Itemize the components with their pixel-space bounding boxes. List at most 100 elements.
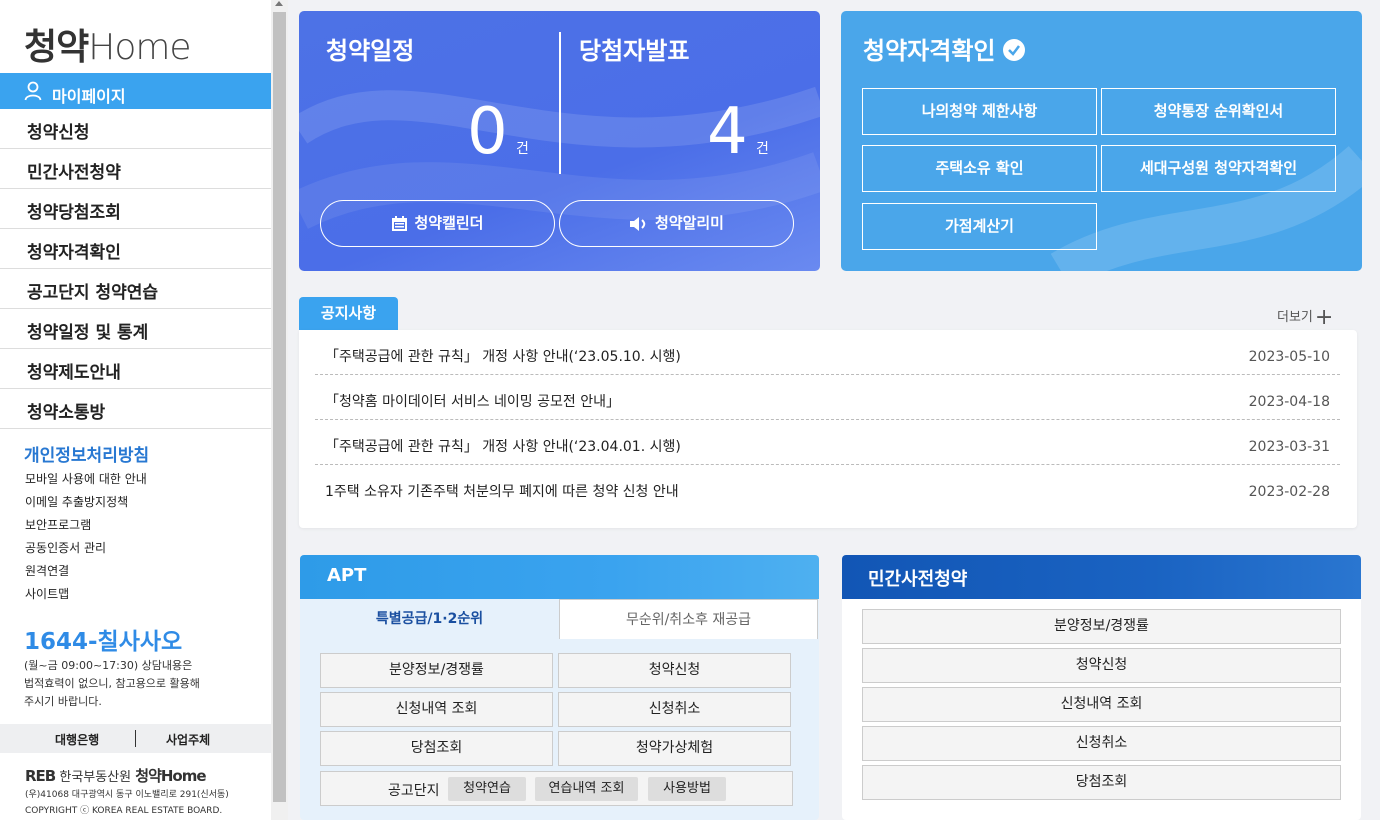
- site-logo[interactable]: 청약Home: [24, 18, 192, 70]
- score-calculator-button[interactable]: 가점계산기: [862, 203, 1097, 250]
- logo-korean: 청약: [24, 27, 89, 68]
- practice-button[interactable]: 청약연습: [448, 777, 526, 801]
- notice-list: 「주택공급에 관한 규칙」 개정 사항 안내(‘23.05.10. 시행) 202…: [299, 330, 1357, 528]
- link-business[interactable]: 사업주체: [166, 731, 210, 748]
- qualification-card: 청약자격확인 나의청약 제한사항 청약통장 순위확인서 주택소유 확인 세대구성…: [841, 11, 1362, 271]
- mypage-button[interactable]: 마이페이지: [0, 73, 271, 109]
- nav-item-system-guide[interactable]: 청약제도안내: [0, 349, 271, 389]
- notice-date: 2023-04-18: [1248, 394, 1330, 410]
- reb-logo: REB: [25, 767, 56, 785]
- private-cancel-button[interactable]: 신청취소: [862, 726, 1341, 761]
- notice-date: 2023-03-31: [1248, 439, 1330, 455]
- calendar-button[interactable]: 청약캘린더: [320, 200, 555, 247]
- privacy-policy-link[interactable]: 개인정보처리방침: [24, 441, 149, 466]
- more-link[interactable]: 더보기+: [1277, 302, 1334, 330]
- notice-title: 「주택공급에 관한 규칙」 개정 사항 안내(‘23.05.10. 시행): [325, 349, 681, 365]
- plus-icon: +: [1314, 305, 1334, 330]
- speaker-icon: [629, 216, 646, 231]
- private-history-button[interactable]: 신청내역 조회: [862, 687, 1341, 722]
- scrollbar-thumb[interactable]: [273, 12, 286, 802]
- notice-date: 2023-05-10: [1248, 349, 1330, 365]
- list-item[interactable]: 「청약홈 마이데이터 서비스 네이밍 공모전 안내」 2023-04-18: [315, 375, 1340, 420]
- list-item[interactable]: 1주택 소유자 기존주택 처분의무 폐지에 따른 청약 신청 안내 2023-02…: [315, 465, 1340, 510]
- tab-unranked-resupply[interactable]: 무순위/취소후 재공급: [559, 599, 818, 639]
- link-sitemap[interactable]: 사이트맵: [25, 585, 147, 608]
- nav-item-community[interactable]: 청약소통방: [0, 389, 271, 429]
- main-nav: 청약신청 민간사전청약 청약당첨조회 청약자격확인 공고단지 청약연습 청약일정…: [0, 109, 271, 429]
- winner-title: 당첨자발표: [579, 37, 690, 65]
- alarm-label: 청약알리미: [654, 214, 724, 232]
- nav-item-winner-lookup[interactable]: 청약당첨조회: [0, 189, 271, 229]
- calendar-icon: [392, 215, 408, 231]
- apt-apply-button[interactable]: 청약신청: [558, 653, 791, 688]
- schedule-title: 청약일정: [326, 37, 415, 65]
- nav-item-practice[interactable]: 공고단지 청약연습: [0, 269, 271, 309]
- brand-name: 청약Home: [135, 767, 206, 785]
- apt-cancel-button[interactable]: 신청취소: [558, 692, 791, 727]
- user-icon: [24, 81, 42, 101]
- link-certificate[interactable]: 공동인증서 관리: [25, 539, 147, 562]
- nav-item-apply[interactable]: 청약신청: [0, 109, 271, 149]
- list-item[interactable]: 「주택공급에 관한 규칙」 개정 사항 안내(‘23.04.01. 시행) 202…: [315, 420, 1340, 465]
- copyright: COPYRIGHT ⓒ KOREA REAL ESTATE BOARD.: [25, 806, 223, 816]
- partner-links: 대행은행 사업주체: [0, 724, 271, 753]
- scroll-up-arrow-icon[interactable]: [275, 1, 283, 6]
- my-restrictions-button[interactable]: 나의청약 제한사항: [862, 88, 1097, 135]
- apt-tabs: 특별공급/1·2순위 무순위/취소후 재공급: [300, 599, 819, 639]
- divider: [559, 32, 561, 174]
- link-remote[interactable]: 원격연결: [25, 562, 147, 585]
- apt-title: APT: [300, 555, 819, 599]
- phone-number: 1644-칠사사오: [24, 629, 183, 655]
- nav-item-qualification[interactable]: 청약자격확인: [0, 229, 271, 269]
- footer-logo: REB 한국부동산원 청약Home: [25, 765, 207, 786]
- apt-sale-info-button[interactable]: 분양정보/경쟁률: [320, 653, 553, 688]
- apt-history-button[interactable]: 신청내역 조회: [320, 692, 553, 727]
- apt-simulation-button[interactable]: 청약가상체험: [558, 731, 791, 766]
- household-qualification-button[interactable]: 세대구성원 청약자격확인: [1101, 145, 1336, 192]
- how-to-use-button[interactable]: 사용방법: [648, 777, 726, 801]
- link-agent-bank[interactable]: 대행은행: [55, 731, 99, 748]
- more-label: 더보기: [1277, 310, 1313, 325]
- schedule-count[interactable]: 0: [467, 95, 508, 169]
- schedule-unit: 건: [516, 141, 529, 157]
- calendar-label: 청약캘린더: [414, 214, 484, 232]
- link-security-program[interactable]: 보안프로그램: [25, 516, 147, 539]
- hours-line: 법적효력이 없으니, 참고용으로 활용해: [24, 677, 200, 690]
- list-item[interactable]: 「주택공급에 관한 규칙」 개정 사항 안내(‘23.05.10. 시행) 202…: [315, 330, 1340, 375]
- org-name: 한국부동산원: [59, 770, 132, 785]
- private-title: 민간사전청약: [842, 555, 1361, 599]
- notice-date: 2023-02-28: [1248, 484, 1330, 500]
- private-pre-sale-panel: 민간사전청약 분양정보/경쟁률 청약신청 신청내역 조회 신청취소 당첨조회: [842, 555, 1361, 820]
- notice-tab[interactable]: 공지사항: [299, 297, 398, 330]
- nav-item-private-pre-sale[interactable]: 민간사전청약: [0, 149, 271, 189]
- private-apply-button[interactable]: 청약신청: [862, 648, 1341, 683]
- notice-title: 1주택 소유자 기존주택 처분의무 폐지에 따른 청약 신청 안내: [325, 484, 679, 500]
- check-circle-icon: [1003, 39, 1026, 61]
- practice-row: 공고단지 청약연습 연습내역 조회 사용방법: [320, 771, 793, 806]
- practice-history-button[interactable]: 연습내역 조회: [535, 777, 638, 801]
- apt-panel: APT 특별공급/1·2순위 무순위/취소후 재공급 분양정보/경쟁률 청약신청…: [300, 555, 819, 820]
- notice-title: 「청약홈 마이데이터 서비스 네이밍 공모전 안내」: [325, 394, 620, 410]
- house-ownership-button[interactable]: 주택소유 확인: [862, 145, 1097, 192]
- practice-label: 공고단지: [388, 783, 440, 799]
- link-mobile-guide[interactable]: 모바일 사용에 대한 안내: [25, 470, 147, 493]
- alarm-button[interactable]: 청약알리미: [559, 200, 794, 247]
- schedule-card: 청약일정 0 건 당첨자발표 4 건 청약캘린더 청약알리미: [299, 11, 820, 271]
- qualification-title: 청약자격확인: [863, 31, 1026, 66]
- notice-title: 「주택공급에 관한 규칙」 개정 사항 안내(‘23.04.01. 시행): [325, 439, 681, 455]
- mypage-label: 마이페이지: [52, 87, 126, 106]
- private-sale-info-button[interactable]: 분양정보/경쟁률: [862, 609, 1341, 644]
- tab-special-supply[interactable]: 특별공급/1·2순위: [300, 599, 559, 639]
- winner-count[interactable]: 4: [707, 95, 748, 169]
- private-winner-button[interactable]: 당첨조회: [862, 765, 1341, 800]
- sidebar: 청약Home 마이페이지 청약신청 민간사전청약 청약당첨조회 청약자격확인 공…: [0, 0, 271, 820]
- qualification-title-text: 청약자격확인: [863, 37, 996, 65]
- footer-links: 모바일 사용에 대한 안내 이메일 추출방지정책 보안프로그램 공동인증서 관리…: [25, 470, 147, 608]
- nav-item-schedule-stats[interactable]: 청약일정 및 통계: [0, 309, 271, 349]
- apt-winner-button[interactable]: 당첨조회: [320, 731, 553, 766]
- link-email-policy[interactable]: 이메일 추출방지정책: [25, 493, 147, 516]
- divider: [135, 730, 136, 747]
- rank-certificate-button[interactable]: 청약통장 순위확인서: [1101, 88, 1336, 135]
- hours-line: (월~금 09:00~17:30) 상담내용은: [24, 659, 193, 672]
- address: (우)41068 대구광역시 동구 이노밸리로 291(신서동) COPYRIG…: [25, 787, 229, 819]
